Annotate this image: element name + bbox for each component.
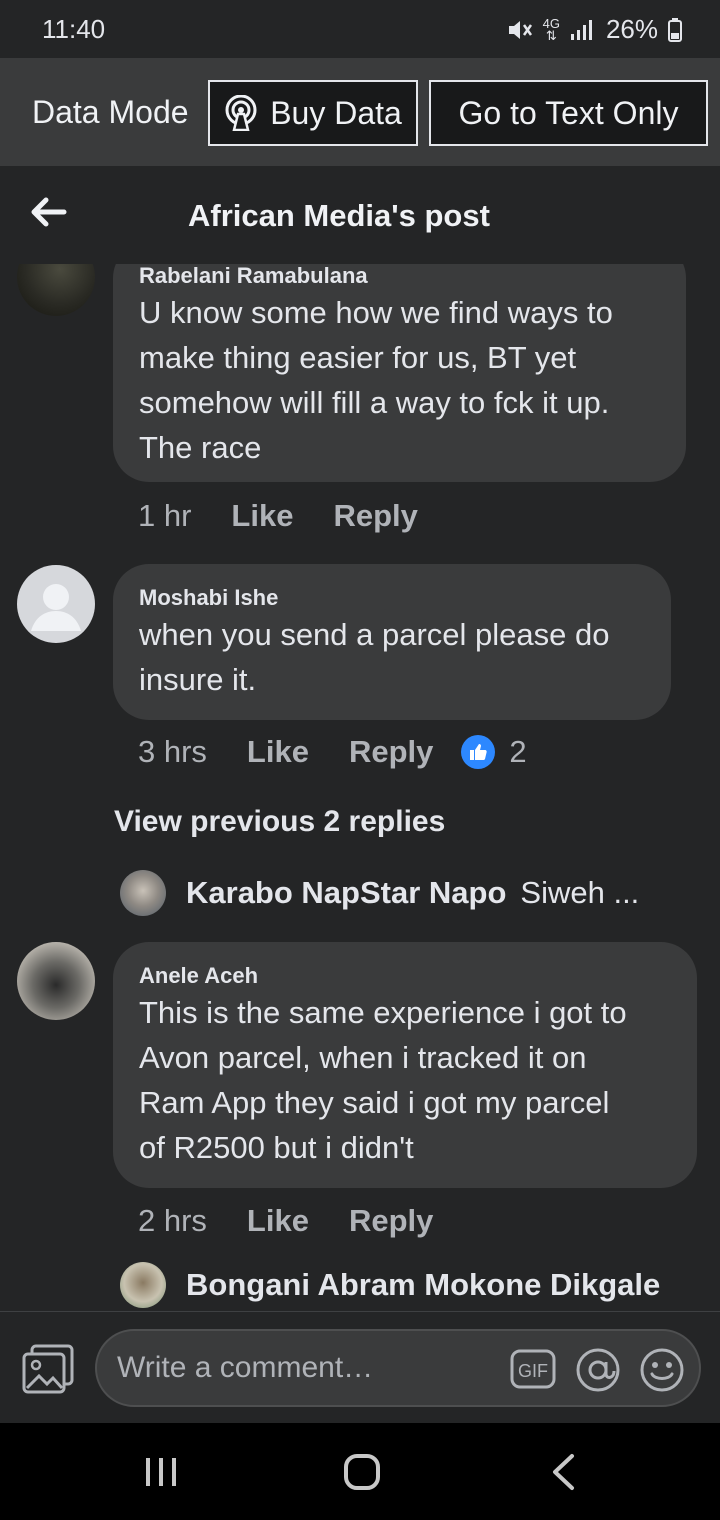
default-avatar-icon [31,584,81,631]
comment-time[interactable]: 1 hr [138,498,191,534]
comment-author[interactable]: Anele Aceh [139,962,671,990]
comment-composer: Write a comment… GIF [0,1311,720,1423]
reply-avatar[interactable] [120,870,166,916]
signal-icon [570,19,592,40]
avatar[interactable] [17,565,95,643]
data-mode-bar: Data Mode Buy Data Go to Text Only [0,58,720,166]
comment-line: when you send a parcel please do [139,617,610,652]
comments-feed[interactable]: Rabelani Ramabulana U know some how we f… [0,264,720,1311]
comment-line: insure it. [139,662,257,697]
avatar[interactable] [17,942,95,1020]
buy-data-label: Buy Data [270,94,402,131]
reaction-count[interactable]: 2 [509,734,526,770]
comment-actions: 3 hrs Like Reply 2 [138,734,527,770]
recent-apps-icon[interactable] [142,1456,180,1488]
mute-icon [508,20,532,39]
comment-line: U know some how we find ways to [139,295,613,330]
status-icons: 4G ⇅ 26% [507,14,682,45]
reply-author[interactable]: Bongani Abram Mokone Dikgale [186,1267,660,1303]
reply-button[interactable]: Reply [333,498,417,534]
back-nav-icon[interactable] [550,1453,576,1491]
comment-bubble[interactable]: Moshabi Ishe when you send a parcel plea… [113,564,671,720]
like-button[interactable]: Like [247,734,309,770]
back-arrow-icon[interactable] [26,190,70,234]
reply-avatar[interactable] [120,1262,166,1308]
comment-text: when you send a parcel please do insure … [139,612,645,702]
comment-time[interactable]: 2 hrs [138,1203,207,1239]
comment-text: U know some how we find ways to make thi… [139,290,660,470]
text-only-label: Go to Text Only [458,94,679,131]
gif-icon[interactable]: GIF [510,1347,556,1391]
text-only-button[interactable]: Go to Text Only [429,80,708,146]
comment-input[interactable]: Write a comment… GIF [95,1329,701,1407]
view-previous-replies[interactable]: View previous 2 replies [114,805,445,839]
avatar[interactable] [17,264,95,316]
broadcast-icon [225,95,257,131]
gif-label: GIF [518,1361,548,1381]
comment-author[interactable]: Rabelani Ramabulana [139,264,660,290]
comment-placeholder[interactable]: Write a comment… [117,1351,373,1385]
mention-icon[interactable] [575,1347,621,1393]
data-arrows-icon: ⇅ [545,27,557,43]
data-mode-label: Data Mode [32,94,189,130]
comment-line: make thing easier for us, BT yet [139,340,577,375]
like-reaction-icon[interactable] [461,735,496,769]
comment-bubble[interactable]: Rabelani Ramabulana U know some how we f… [113,264,686,482]
like-button[interactable]: Like [231,498,293,534]
thumbs-up-icon [470,744,488,760]
reply-preview[interactable]: Bongani Abram Mokone Dikgale [120,1262,660,1308]
network-type-icon: 4G ⇅ [543,17,560,43]
photo-icon[interactable] [22,1344,74,1394]
comment-line: Ram App they said i got my parcel [139,1085,610,1120]
comment-line: The race [139,430,262,465]
reply-snippet[interactable]: Siweh ... [520,875,639,911]
comment-line: This is the same experience i got to [139,995,627,1030]
comment-author[interactable]: Moshabi Ishe [139,584,645,612]
battery-icon [668,17,682,42]
post-header: African Media's post [0,166,720,264]
comment-bubble[interactable]: Anele Aceh This is the same experience i… [113,942,697,1188]
comment-time[interactable]: 3 hrs [138,734,207,770]
comment-line: of R2500 but i didn't [139,1130,414,1165]
reply-button[interactable]: Reply [349,1203,433,1239]
status-bar: 11:40 4G ⇅ 26% [0,0,720,58]
comment-line: somehow will fill a way to fck it up. [139,385,610,420]
reply-button[interactable]: Reply [349,734,433,770]
page-title: African Media's post [188,198,490,233]
home-icon[interactable] [343,1453,381,1491]
comment-actions: 1 hr Like Reply [138,498,458,534]
status-time: 11:40 [42,14,106,44]
buy-data-button[interactable]: Buy Data [208,80,418,146]
reply-preview[interactable]: Karabo NapStar Napo Siweh ... [120,870,639,916]
comment-text: This is the same experience i got to Avo… [139,990,671,1170]
like-button[interactable]: Like [247,1203,309,1239]
system-nav-bar [0,1423,720,1520]
reply-author[interactable]: Karabo NapStar Napo [186,875,506,911]
emoji-icon[interactable] [639,1347,685,1393]
comment-line: Avon parcel, when i tracked it on [139,1040,587,1075]
comment-actions: 2 hrs Like Reply [138,1203,473,1239]
battery-percent: 26% [605,14,658,44]
